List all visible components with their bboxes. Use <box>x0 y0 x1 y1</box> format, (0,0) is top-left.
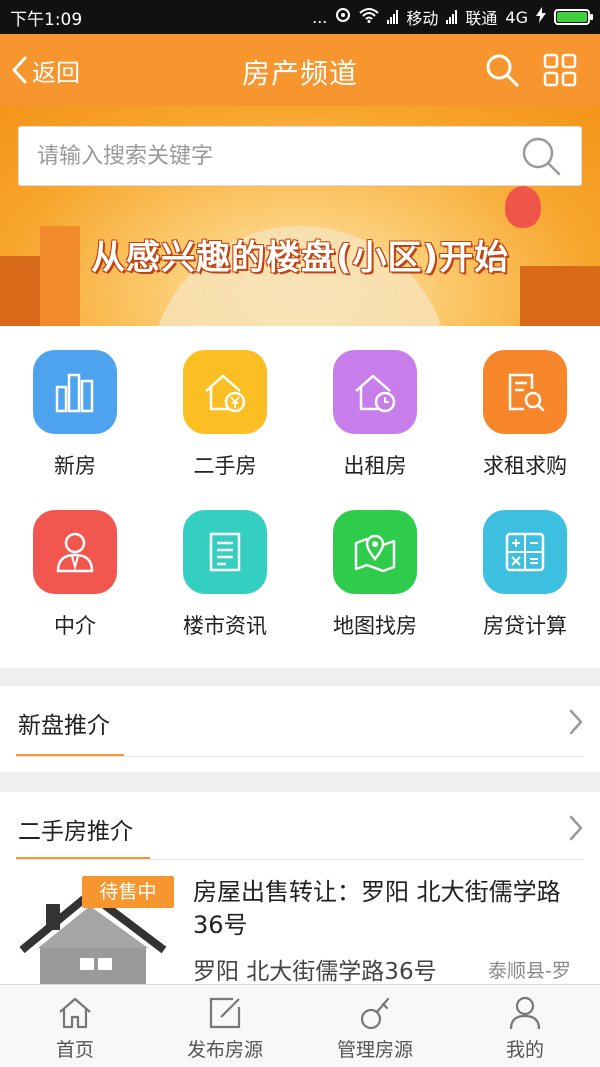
alarm-icon <box>335 7 351 27</box>
shortcut-grid: 新房 二手房 出租房 求租求购 中介 楼市资讯 地图找房 房贷计算 <box>0 326 600 668</box>
section-title: 新盘推介 <box>18 713 110 739</box>
tab-label: 发布房源 <box>186 1039 263 1061</box>
chevron-left-icon <box>12 56 27 84</box>
nav-bar: 返回 房产频道 <box>0 34 600 106</box>
signal-icon-1 <box>387 10 399 24</box>
shortcut-label: 楼市资讯 <box>183 614 267 638</box>
search-bar[interactable] <box>18 126 582 186</box>
section-title: 二手房推介 <box>18 819 133 845</box>
signal-icon-2 <box>446 10 458 24</box>
news-document-icon <box>183 510 267 594</box>
listing-item[interactable]: 待售中 房屋出售转让：罗阳 北大街儒学路36号 罗阳 北大街儒学路36号 泰顺县… <box>0 860 600 985</box>
shortcut-label: 出租房 <box>343 454 407 478</box>
network-type: 4G <box>505 7 528 27</box>
section-new-homes[interactable]: 新盘推介 <box>0 686 600 772</box>
map-pin-icon <box>333 510 417 594</box>
document-search-icon <box>483 350 567 434</box>
search-icon[interactable] <box>484 52 520 88</box>
edit-icon <box>209 997 241 1029</box>
tab-label: 我的 <box>505 1039 544 1061</box>
chevron-right-icon[interactable] <box>568 708 584 736</box>
tab-label: 首页 <box>55 1039 94 1061</box>
user-icon <box>509 996 541 1030</box>
search-input[interactable] <box>19 127 519 185</box>
tab-manage-listings[interactable]: 管理房源 <box>300 985 450 1067</box>
house-yen-icon <box>183 350 267 434</box>
carrier-2: 联通 <box>465 9 498 28</box>
shortcut-mortgage-calculator[interactable]: 房贷计算 <box>450 486 600 638</box>
tab-mine[interactable]: 我的 <box>450 985 600 1067</box>
house-clock-icon <box>333 350 417 434</box>
status-bar: 下午1:09 ... 移动 联通 4G <box>0 0 600 34</box>
shortcut-wanted[interactable]: 求租求购 <box>450 326 600 478</box>
status-dots: ... <box>312 7 328 27</box>
grid-menu-icon[interactable] <box>542 52 578 88</box>
back-label: 返回 <box>32 58 80 87</box>
shortcut-rentals[interactable]: 出租房 <box>300 326 450 478</box>
banner-slogan: 从感兴趣的楼盘(小区)开始 <box>90 238 510 278</box>
tab-label: 管理房源 <box>336 1039 413 1061</box>
key-icon <box>360 997 390 1030</box>
home-icon <box>59 997 91 1029</box>
shortcut-new-homes[interactable]: 新房 <box>0 326 150 478</box>
bottom-tab-bar: 首页 发布房源 管理房源 我的 <box>0 984 600 1067</box>
back-button[interactable]: 返回 <box>10 52 80 88</box>
shortcut-label: 新房 <box>54 454 96 478</box>
charging-icon <box>536 7 546 27</box>
shortcut-label: 中介 <box>54 614 96 638</box>
status-indicators: ... 移动 联通 4G <box>312 5 593 29</box>
listing-title: 房屋出售转让：罗阳 北大街儒学路36号 <box>193 878 561 939</box>
tab-publish-listing[interactable]: 发布房源 <box>150 985 300 1067</box>
shortcut-label: 二手房 <box>193 454 257 478</box>
shortcut-label: 求租求购 <box>483 454 567 478</box>
carrier-1: 移动 <box>406 9 439 28</box>
calculator-icon <box>483 510 567 594</box>
listing-address: 罗阳 北大街儒学路36号 <box>193 959 437 985</box>
promo-banner[interactable]: 从感兴趣的楼盘(小区)开始 <box>0 106 600 326</box>
battery-icon <box>554 9 593 25</box>
wifi-icon <box>359 7 380 27</box>
search-icon[interactable] <box>519 134 563 178</box>
listing-district: 泰顺县-罗 <box>488 960 571 982</box>
shortcut-news[interactable]: 楼市资讯 <box>150 486 300 638</box>
balloon-decoration <box>505 186 541 228</box>
buildings-icon <box>33 350 117 434</box>
status-time: 下午1:09 <box>10 9 83 30</box>
status-badge: 待售中 <box>82 876 174 908</box>
chevron-right-icon[interactable] <box>568 814 584 842</box>
shortcut-map-search[interactable]: 地图找房 <box>300 486 450 638</box>
section-divider <box>16 756 584 757</box>
agent-icon <box>33 510 117 594</box>
tab-home[interactable]: 首页 <box>0 985 150 1067</box>
section-second-hand[interactable]: 二手房推介 <box>0 792 600 860</box>
shortcut-label: 地图找房 <box>333 614 417 638</box>
shortcut-second-hand[interactable]: 二手房 <box>150 326 300 478</box>
shortcut-agent[interactable]: 中介 <box>0 486 150 638</box>
shortcut-label: 房贷计算 <box>483 614 567 638</box>
